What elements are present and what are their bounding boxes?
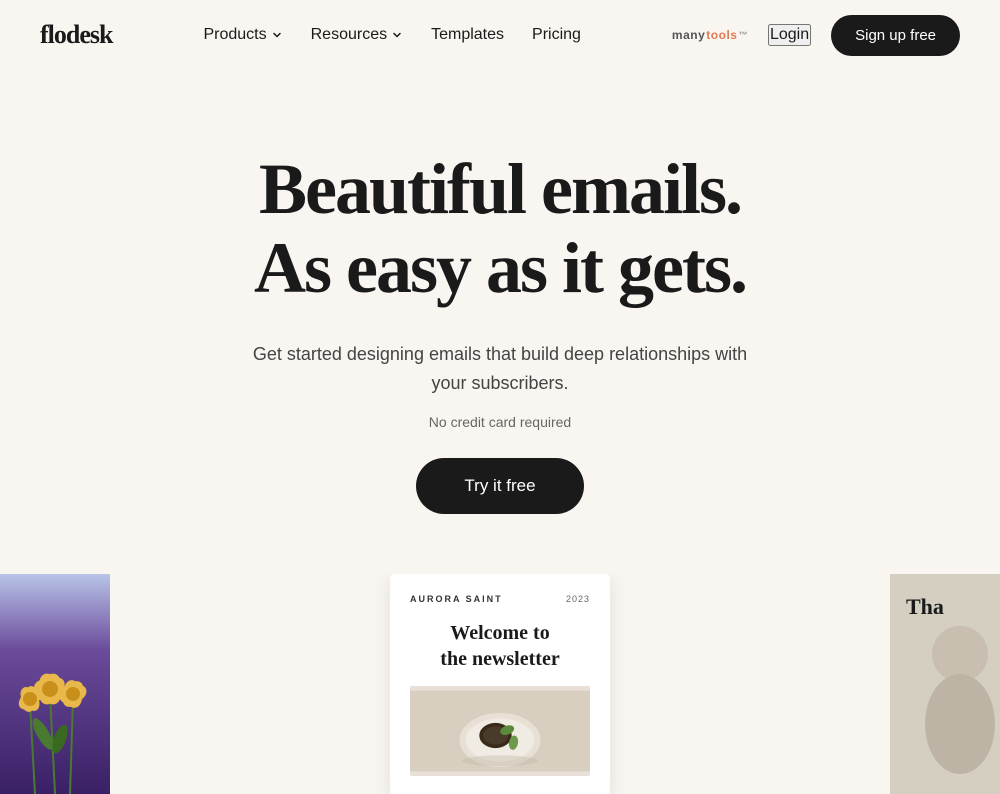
logo[interactable]: flodesk [40,20,112,50]
no-credit-text: No credit card required [40,414,960,430]
email-year: 2023 [566,594,590,604]
email-header-row: AURORA SAINT 2023 [410,594,590,604]
nav-item-pricing[interactable]: Pricing [532,26,581,44]
preview-right-card: Tha [890,574,1000,794]
flower-decoration [0,594,110,794]
nav-item-templates[interactable]: Templates [431,26,504,44]
email-image [410,686,590,776]
chevron-down-icon [271,29,283,41]
email-brand: AURORA SAINT [410,594,503,604]
login-button[interactable]: Login [768,24,811,46]
hero-title: Beautiful emails. As easy as it gets. [40,150,960,308]
hero-subtitle: Get started designing emails that build … [250,340,750,398]
preview-left-card [0,574,110,794]
preview-section: AURORA SAINT 2023 Welcome to the newslet… [0,574,1000,794]
try-free-button[interactable]: Try it free [416,458,583,514]
header-right: manytools™ Login Sign up free [672,15,960,56]
email-title: Welcome to the newsletter [410,620,590,672]
nav-item-resources[interactable]: Resources [311,26,403,44]
nav-item-products[interactable]: Products [203,26,282,44]
preview-center-card: AURORA SAINT 2023 Welcome to the newslet… [390,574,610,794]
hero-section: Beautiful emails. As easy as it gets. Ge… [0,70,1000,574]
site-header: flodesk Products Resources Templates Pri… [0,0,1000,70]
manytools-many: many [672,28,705,42]
chevron-down-icon [391,29,403,41]
manytools-tm: ™ [738,30,748,40]
manytools-badge: manytools™ [672,28,748,42]
manytools-tools: tools [706,28,737,42]
right-card-decoration [890,594,1000,794]
signup-button[interactable]: Sign up free [831,15,960,56]
main-nav: Products Resources Templates Pricing [203,26,580,44]
